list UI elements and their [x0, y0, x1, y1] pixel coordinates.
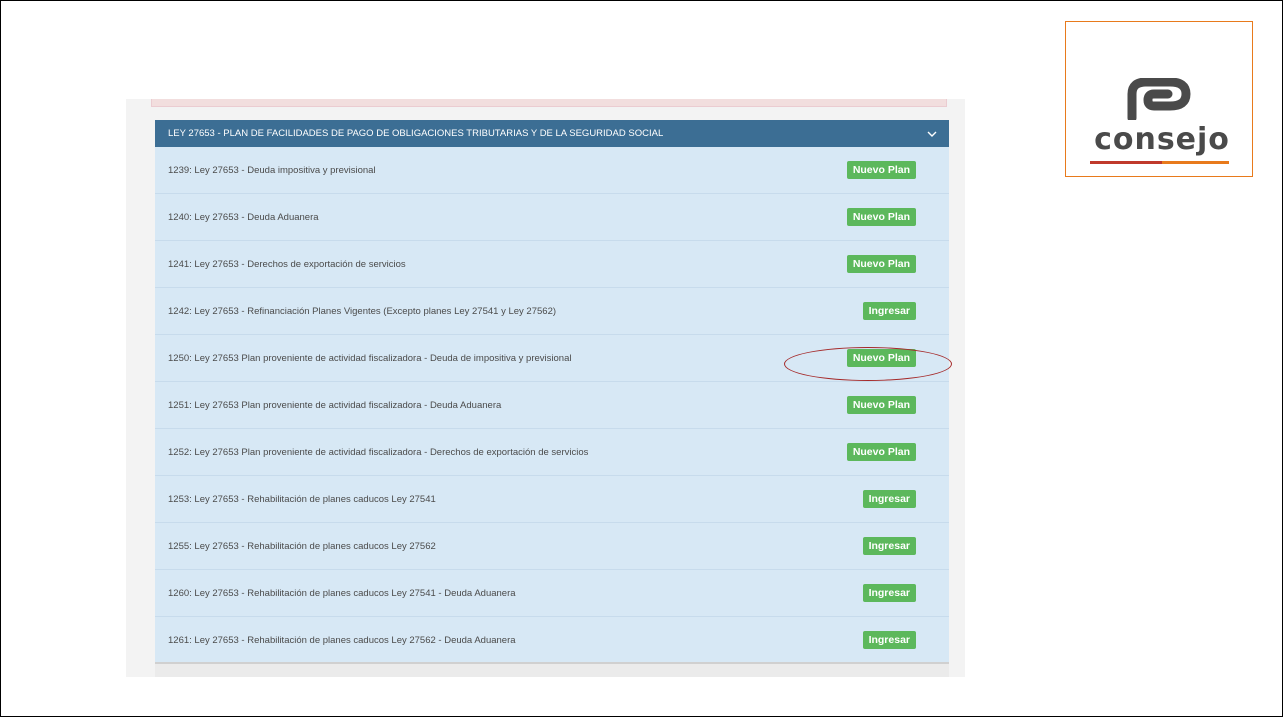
logo-underline-red	[1090, 161, 1162, 164]
panel-title: LEY 27653 - PLAN DE FACILIDADES DE PAGO …	[168, 128, 664, 139]
plan-label: 1261: Ley 27653 - Rehabilitación de plan…	[168, 634, 516, 646]
list-item: 1261: Ley 27653 - Rehabilitación de plan…	[155, 617, 949, 664]
panel-header[interactable]: LEY 27653 - PLAN DE FACILIDADES DE PAGO …	[155, 120, 949, 147]
plan-label: 1252: Ley 27653 Plan proveniente de acti…	[168, 446, 589, 458]
logo-wordmark: consejo	[1094, 122, 1230, 157]
plan-panel: LEY 27653 - PLAN DE FACILIDADES DE PAGO …	[155, 120, 949, 664]
list-item: 1252: Ley 27653 Plan proveniente de acti…	[155, 429, 949, 476]
list-item: 1260: Ley 27653 - Rehabilitación de plan…	[155, 570, 949, 617]
screenshot-area: LEY 27653 - PLAN DE FACILIDADES DE PAGO …	[126, 99, 965, 677]
plan-label: 1241: Ley 27653 - Derechos de exportació…	[168, 258, 406, 270]
plan-label: 1242: Ley 27653 - Refinanciación Planes …	[168, 305, 557, 317]
ingresar-button[interactable]: Ingresar	[862, 302, 916, 320]
list-item: 1255: Ley 27653 - Rehabilitación de plan…	[155, 523, 949, 570]
list-item: 1241: Ley 27653 - Derechos de exportació…	[155, 241, 949, 288]
list-item: 1240: Ley 27653 - Deuda Aduanera Nuevo P…	[155, 194, 949, 241]
plan-label: 1250: Ley 27653 Plan proveniente de acti…	[168, 352, 572, 364]
consejo-logo-icon	[1124, 77, 1196, 125]
list-item: 1253: Ley 27653 - Rehabilitación de plan…	[155, 476, 949, 523]
next-panel-strip	[155, 662, 949, 677]
nuevo-plan-button[interactable]: Nuevo Plan	[846, 255, 916, 273]
plan-label: 1260: Ley 27653 - Rehabilitación de plan…	[168, 587, 516, 599]
ingresar-button[interactable]: Ingresar	[862, 537, 916, 555]
ingresar-button[interactable]: Ingresar	[862, 490, 916, 508]
highlight-ellipse	[784, 347, 952, 381]
nuevo-plan-button[interactable]: Nuevo Plan	[846, 443, 916, 461]
nuevo-plan-button[interactable]: Nuevo Plan	[846, 161, 916, 179]
ingresar-button[interactable]: Ingresar	[862, 584, 916, 602]
logo-underline-orange	[1162, 161, 1229, 164]
plan-label: 1253: Ley 27653 - Rehabilitación de plan…	[168, 493, 436, 505]
nuevo-plan-button[interactable]: Nuevo Plan	[846, 396, 916, 414]
plan-label: 1240: Ley 27653 - Deuda Aduanera	[168, 211, 319, 223]
alert-strip	[151, 99, 947, 107]
nuevo-plan-button[interactable]: Nuevo Plan	[846, 208, 916, 226]
plan-label: 1251: Ley 27653 Plan proveniente de acti…	[168, 399, 502, 411]
plan-label: 1255: Ley 27653 - Rehabilitación de plan…	[168, 540, 436, 552]
plan-label: 1239: Ley 27653 - Deuda impositiva y pre…	[168, 164, 376, 176]
ingresar-button[interactable]: Ingresar	[862, 631, 916, 649]
list-item: 1251: Ley 27653 Plan proveniente de acti…	[155, 382, 949, 429]
logo: consejo	[1065, 21, 1253, 177]
list-item: 1242: Ley 27653 - Refinanciación Planes …	[155, 288, 949, 335]
chevron-down-icon[interactable]	[927, 128, 937, 140]
list-item: 1239: Ley 27653 - Deuda impositiva y pre…	[155, 147, 949, 194]
